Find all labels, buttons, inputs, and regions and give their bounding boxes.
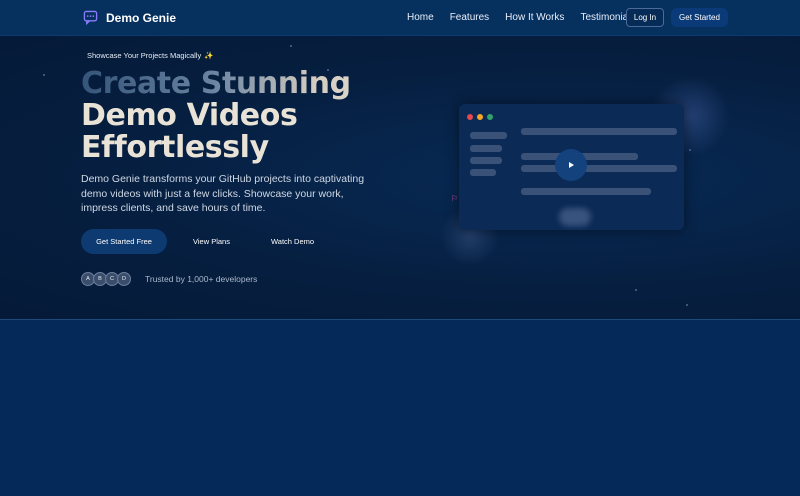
- sidebar-placeholder: [470, 132, 507, 139]
- get-started-nav-button[interactable]: Get Started: [671, 8, 728, 27]
- login-button[interactable]: Log In: [626, 8, 664, 27]
- content-placeholder: [521, 165, 677, 172]
- content-placeholder: [521, 128, 677, 135]
- sparkles-icon: ✨: [204, 50, 214, 60]
- avatar-group: A B C D: [81, 272, 131, 286]
- content-placeholder: [521, 188, 651, 195]
- blur-decoration: [559, 208, 591, 226]
- brand-name: Demo Genie: [106, 10, 177, 25]
- headline-line-1: Create Stunning: [81, 68, 411, 100]
- tagline-badge: Showcase Your Projects Magically ✨: [81, 47, 220, 63]
- hero-description: Demo Genie transforms your GitHub projec…: [81, 173, 365, 214]
- nav-link-home[interactable]: Home: [407, 12, 434, 23]
- tagline-text: Showcase Your Projects Magically: [87, 50, 202, 60]
- page-background: [0, 320, 800, 496]
- flag-icon: ⚐: [451, 194, 459, 203]
- headline-line-2: Demo Videos: [81, 98, 298, 133]
- brand[interactable]: Demo Genie: [83, 10, 176, 25]
- hero-headline: Create Stunning Demo Videos Effortlessly: [81, 68, 411, 164]
- trusted-text: Trusted by 1,000+ developers: [145, 274, 258, 284]
- close-dot-icon: [467, 114, 473, 120]
- top-nav: Demo Genie Home Features How It Works Te…: [0, 0, 800, 36]
- star: [290, 45, 292, 47]
- nav-links: Home Features How It Works Testimonials: [407, 12, 635, 23]
- window-controls: [467, 114, 493, 120]
- sidebar-placeholder: [470, 157, 502, 164]
- headline-line-3: Effortlessly: [81, 130, 269, 165]
- view-plans-button[interactable]: View Plans: [193, 237, 230, 246]
- nav-link-features[interactable]: Features: [450, 12, 489, 23]
- minimize-dot-icon: [477, 114, 483, 120]
- nav-link-how-it-works[interactable]: How It Works: [505, 12, 564, 23]
- app-preview-window: [459, 104, 684, 230]
- hero-section: Showcase Your Projects Magically ✨ Creat…: [0, 36, 800, 320]
- play-icon: [569, 162, 574, 168]
- chat-bubble-icon: [83, 10, 98, 25]
- get-started-free-button[interactable]: Get Started Free: [81, 229, 167, 254]
- star: [686, 304, 688, 306]
- sidebar-placeholder: [470, 169, 496, 176]
- sidebar-placeholder: [470, 145, 502, 152]
- play-button[interactable]: [555, 149, 587, 181]
- maximize-dot-icon: [487, 114, 493, 120]
- avatar: D: [117, 272, 131, 286]
- watch-demo-button[interactable]: Watch Demo: [271, 237, 314, 246]
- star: [43, 74, 45, 76]
- star: [635, 289, 637, 291]
